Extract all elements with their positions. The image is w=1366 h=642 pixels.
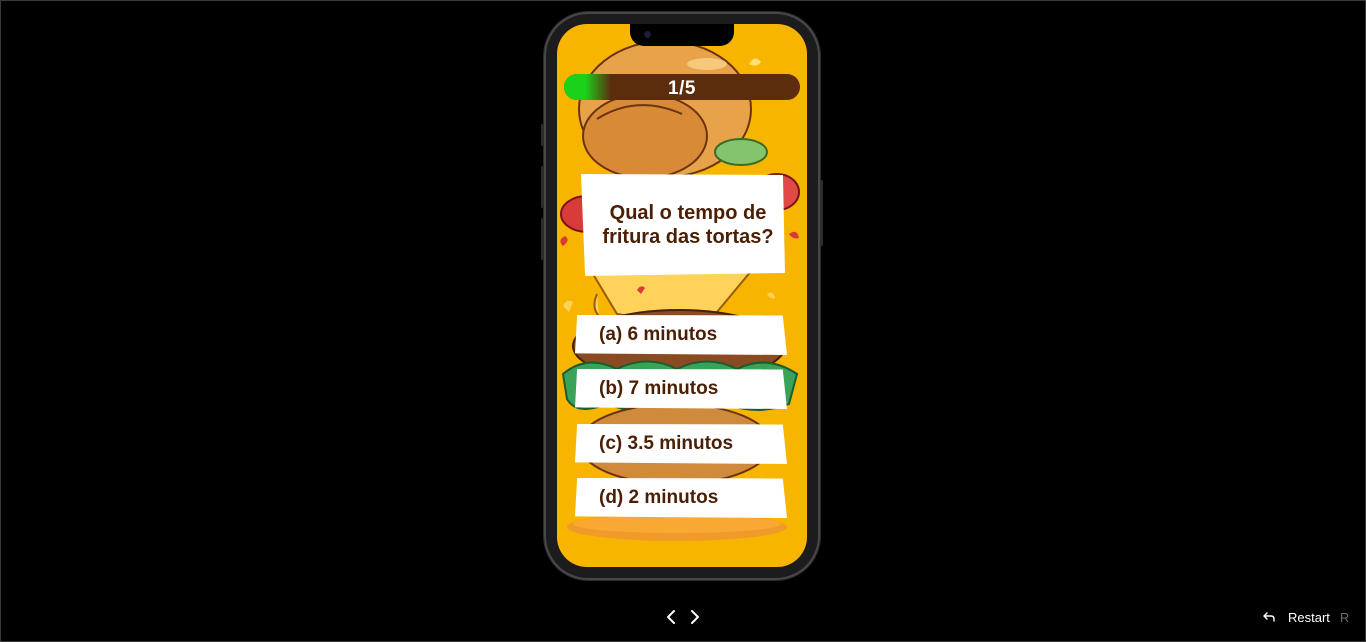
chevron-right-icon [691,610,699,624]
next-button[interactable] [686,608,704,626]
answer-option-c[interactable]: (c) 3.5 minutos [575,424,787,464]
phone-power-button [820,180,823,246]
previous-button[interactable] [662,608,680,626]
progress-label: 1/5 [668,78,696,99]
camera-icon [644,31,651,38]
undo-icon [1263,612,1275,622]
progress-bar: 1/5 [564,74,800,100]
phone-silent-switch [541,124,544,146]
answer-option-b[interactable]: (b) 7 minutos [575,369,787,409]
answer-option-label: (a) 6 minutos [599,324,718,345]
question-text: Qual o tempo de fritura das tortas? [602,202,774,248]
question-card: Qual o tempo de fritura das tortas? [581,174,785,276]
answer-option-label: (b) 7 minutos [599,378,719,399]
phone-volume-down [541,218,544,260]
phone-frame: 1/5 Qual o tempo de fritura das tortas? … [541,12,823,580]
answer-option-a[interactable]: (a) 6 minutos [575,315,787,355]
phone-notch [630,24,734,46]
restart-label: Restart [1288,609,1330,625]
restart-button[interactable]: Restart R [1262,607,1349,627]
answer-option-label: (c) 3.5 minutos [599,433,734,454]
chevron-left-icon [667,610,675,624]
phone-screen: 1/5 Qual o tempo de fritura das tortas? … [557,24,807,567]
restart-shortcut-key: R [1339,609,1350,625]
answer-option-label: (d) 2 minutos [599,487,719,508]
answer-option-d[interactable]: (d) 2 minutos [575,478,787,518]
phone-volume-up [541,166,544,208]
